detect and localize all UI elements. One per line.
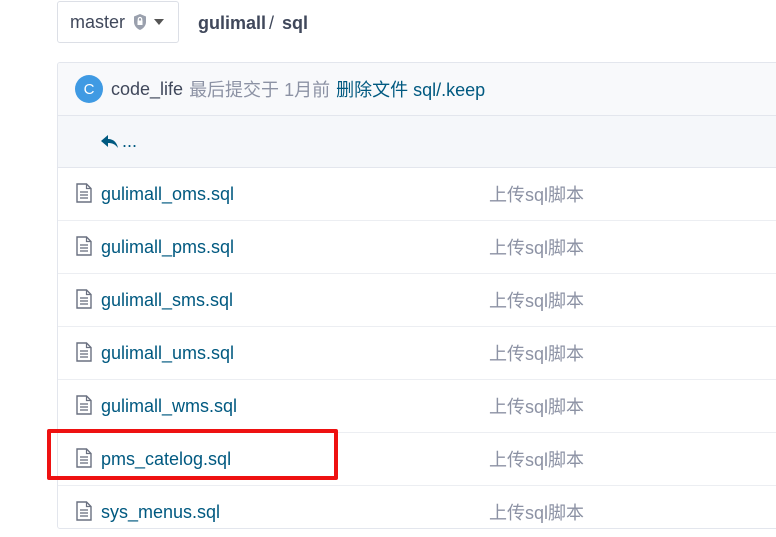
reply-arrow-icon — [101, 134, 118, 148]
file-commit-message[interactable]: 上传sql脚本 — [489, 181, 584, 207]
breadcrumb-repo[interactable]: gulimall — [198, 13, 266, 34]
commit-author[interactable]: code_life — [111, 79, 183, 100]
file-name-link[interactable]: sys_menus.sql — [101, 502, 220, 523]
file-tree-panel: C code_life 最后提交于 1月前 删除文件 sql/.keep ...… — [57, 62, 776, 529]
file-commit-message[interactable]: 上传sql脚本 — [489, 499, 584, 525]
file-name-link[interactable]: pms_catelog.sql — [101, 449, 231, 470]
file-name-link[interactable]: gulimall_wms.sql — [101, 396, 237, 417]
parent-directory-link[interactable]: ... — [58, 116, 776, 168]
breadcrumb-folder: sql — [282, 12, 309, 33]
breadcrumb-separator: / — [269, 12, 275, 33]
file-row[interactable]: gulimall_ums.sql 上传sql脚本 — [58, 327, 776, 380]
commit-message-link[interactable]: 删除文件 sql/.keep — [336, 76, 485, 102]
file-icon — [75, 448, 93, 468]
file-commit-message[interactable]: 上传sql脚本 — [489, 234, 584, 260]
file-name-link[interactable]: gulimall_ums.sql — [101, 343, 234, 364]
chevron-down-icon — [154, 19, 165, 25]
file-icon — [75, 183, 93, 203]
file-icon — [75, 501, 93, 521]
file-commit-message[interactable]: 上传sql脚本 — [489, 393, 584, 419]
file-name-link[interactable]: gulimall_sms.sql — [101, 290, 233, 311]
latest-commit-bar: C code_life 最后提交于 1月前 删除文件 sql/.keep — [58, 63, 776, 116]
branch-selector[interactable]: master — [57, 1, 179, 43]
file-row[interactable]: pms_catelog.sql 上传sql脚本 — [58, 433, 776, 486]
file-row[interactable]: sys_menus.sql 上传sql脚本 — [58, 486, 776, 528]
file-icon — [75, 395, 93, 415]
commit-meta: 最后提交于 1月前 — [189, 80, 331, 100]
file-name-link[interactable]: gulimall_oms.sql — [101, 184, 234, 205]
file-icon — [75, 289, 93, 309]
file-commit-message[interactable]: 上传sql脚本 — [489, 287, 584, 313]
file-row[interactable]: gulimall_pms.sql 上传sql脚本 — [58, 221, 776, 274]
breadcrumb: gulimall / sql — [198, 10, 308, 36]
file-commit-message[interactable]: 上传sql脚本 — [489, 340, 584, 366]
avatar[interactable]: C — [75, 75, 103, 103]
file-row[interactable]: gulimall_wms.sql 上传sql脚本 — [58, 380, 776, 433]
parent-directory-label: ... — [122, 131, 138, 151]
branch-name: master — [70, 11, 126, 32]
file-row[interactable]: gulimall_sms.sql 上传sql脚本 — [58, 274, 776, 327]
file-icon — [75, 236, 93, 256]
file-icon — [75, 342, 93, 362]
file-name-link[interactable]: gulimall_pms.sql — [101, 237, 234, 258]
file-row[interactable]: gulimall_oms.sql 上传sql脚本 — [58, 168, 776, 221]
lock-icon — [132, 13, 148, 31]
file-commit-message[interactable]: 上传sql脚本 — [489, 446, 584, 472]
